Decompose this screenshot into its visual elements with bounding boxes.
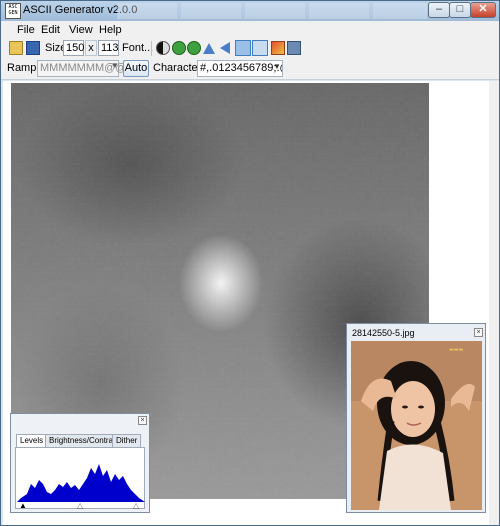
characters-field[interactable]: #,.0123456789;:@/ <box>197 60 283 77</box>
preview-close-icon[interactable]: × <box>474 328 483 337</box>
menu-edit[interactable]: Edit <box>41 24 60 36</box>
menu-file[interactable]: File <box>17 24 35 36</box>
levels-close-icon[interactable]: × <box>138 416 147 425</box>
save-disk-icon[interactable] <box>26 41 40 55</box>
close-button[interactable]: ✕ <box>470 2 496 18</box>
app-logo-icon: ASC GEN <box>5 3 21 19</box>
main-toolbar: Size: 150 x 113 Font... <box>1 39 499 59</box>
color-palette-icon[interactable] <box>271 41 285 55</box>
open-folder-icon[interactable] <box>9 41 23 55</box>
title-bar[interactable]: ASC GEN ASCII Generator v2.0.0 – □ ✕ <box>1 1 499 21</box>
rotate-left-icon[interactable] <box>172 41 186 55</box>
background-tabs <box>117 3 427 19</box>
levels-panel: × Levels Brightness/Contrast Dither ▲ △ … <box>10 413 150 513</box>
ramp-label: Ramp: <box>7 62 40 74</box>
ramp-field[interactable]: MMMMMMM@@ <box>37 60 126 77</box>
rotate-right-icon[interactable] <box>187 41 201 55</box>
svg-text:▬▬▬: ▬▬▬ <box>449 347 463 353</box>
invert-icon[interactable] <box>156 41 170 55</box>
levels-histogram <box>17 464 145 502</box>
display-icon[interactable] <box>287 41 301 55</box>
font-button[interactable]: Font... <box>122 42 153 54</box>
minimize-button[interactable]: – <box>428 2 450 18</box>
tab-levels[interactable]: Levels <box>16 434 48 448</box>
ramp-dropdown-arrow-icon[interactable]: ▼ <box>111 61 119 70</box>
maximize-button[interactable]: □ <box>449 2 471 18</box>
size-x-label: x <box>85 40 97 56</box>
toolbar-separator <box>151 41 152 56</box>
menu-bar: File Edit View Help <box>1 21 499 39</box>
view-mode-2-icon[interactable] <box>252 40 268 56</box>
auto-button[interactable]: Auto <box>123 60 149 77</box>
midpoint-slider[interactable]: △ <box>77 502 83 510</box>
characters-dropdown-arrow-icon[interactable]: ▼ <box>273 62 281 71</box>
black-point-slider[interactable]: ▲ <box>19 502 27 510</box>
source-photo: ▬▬▬ <box>351 341 482 510</box>
tab-dither[interactable]: Dither <box>112 434 142 447</box>
portrait-photo-drawing: ▬▬▬ <box>351 341 482 510</box>
view-mode-1-icon[interactable] <box>235 40 251 56</box>
ramp-toolbar: Ramp: MMMMMMM@@ ▼ Auto Characters: #,.01… <box>1 59 499 80</box>
menu-view[interactable]: View <box>69 24 93 36</box>
height-input[interactable]: 113 <box>98 40 119 56</box>
flip-horizontal-icon[interactable] <box>220 42 230 54</box>
image-preview-panel: 28142550-5.jpg × ▬▬▬ <box>346 323 486 513</box>
flip-vertical-icon[interactable] <box>203 43 215 54</box>
preview-filename: 28142550-5.jpg <box>352 328 415 338</box>
vertical-scrollbar[interactable] <box>489 81 499 525</box>
white-point-slider[interactable]: △ <box>133 502 139 510</box>
menu-help[interactable]: Help <box>99 24 122 36</box>
width-input[interactable]: 150 <box>63 40 84 56</box>
app-window: ASC GEN ASCII Generator v2.0.0 – □ ✕ Fil… <box>0 0 500 526</box>
